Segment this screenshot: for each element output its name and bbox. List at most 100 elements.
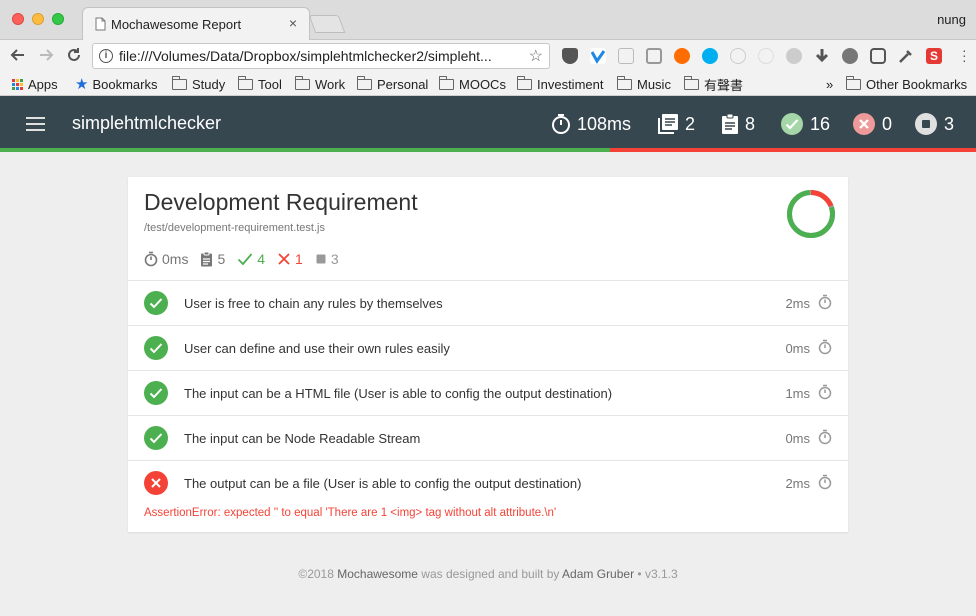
copy-extension-icon[interactable] <box>618 48 634 64</box>
network-extension-icon[interactable] <box>730 48 746 64</box>
skype-extension-icon[interactable] <box>702 48 718 64</box>
stat-tests[interactable]: 8 <box>721 110 755 138</box>
bookmark-folder-moocs[interactable]: MOOCs <box>438 75 506 93</box>
footer-built-by: was designed and built by <box>417 567 563 581</box>
bookmark-label: Music <box>637 76 671 92</box>
folder-icon <box>438 75 454 90</box>
bookmark-label: MOOCs <box>459 76 506 92</box>
bookmark-folder-investiment[interactable]: Investiment <box>516 75 603 93</box>
eyedropper-extension-icon[interactable] <box>898 48 914 64</box>
back-arrow-icon[interactable] <box>8 46 28 66</box>
tomato-extension-icon[interactable] <box>842 48 858 64</box>
browser-toolbar: i file:///Volumes/Data/Dropbox/simplehtm… <box>0 40 976 72</box>
timer-icon <box>818 474 832 495</box>
bookmark-label: Study <box>192 76 226 92</box>
chat-extension-icon[interactable] <box>870 48 886 64</box>
stat-suites[interactable]: 2 <box>657 110 695 138</box>
folder-icon <box>237 75 253 90</box>
test-row[interactable]: The input can be a HTML file (User is ab… <box>128 370 848 415</box>
pocket-extension-icon[interactable] <box>562 48 578 64</box>
bookmarks-bar: Apps ★ Bookmarks Study Tool Work Persona… <box>0 72 976 96</box>
footer-author-link[interactable]: Adam Gruber <box>562 567 634 581</box>
folder-icon <box>516 75 532 90</box>
suite-failures: 1 <box>277 251 303 267</box>
stat-failures[interactable]: 0 <box>852 110 892 138</box>
bookmark-folder-tool[interactable]: Tool <box>237 75 282 93</box>
bookmark-folder-other[interactable]: Other Bookmarks <box>845 75 967 93</box>
bookmark-folder-audiobooks[interactable]: 有聲書 <box>683 75 744 93</box>
folder-icon <box>845 75 861 90</box>
address-bar[interactable]: i file:///Volumes/Data/Dropbox/simplehtm… <box>92 43 550 69</box>
download-extension-icon[interactable] <box>814 48 830 64</box>
check-icon <box>144 336 168 360</box>
tab-title: Mochawesome Report <box>111 17 242 32</box>
check-icon <box>144 381 168 405</box>
report-title: simplehtmlchecker <box>72 113 222 133</box>
bookmark-folder-music[interactable]: Music <box>616 75 671 93</box>
timer-icon <box>818 429 832 450</box>
url-text[interactable]: file:///Volumes/Data/Dropbox/simplehtmlc… <box>119 48 492 64</box>
bookmark-folder-personal[interactable]: Personal <box>356 75 428 93</box>
timer-icon <box>551 113 571 135</box>
close-circle-icon <box>852 112 876 136</box>
suite-passes-value: 4 <box>257 251 266 267</box>
trello-extension-icon[interactable] <box>646 48 662 64</box>
suite-failures-value: 1 <box>295 251 303 267</box>
zoom-window-button[interactable] <box>52 13 64 25</box>
suite-donut-chart <box>787 190 835 238</box>
minimize-window-button[interactable] <box>32 13 44 25</box>
overall-progress-bar <box>0 148 976 152</box>
suite-duration-value: 0ms <box>162 251 189 267</box>
browser-tab[interactable]: Mochawesome Report × <box>82 7 310 41</box>
suite-pending-value: 3 <box>330 251 339 267</box>
stat-passes[interactable]: 16 <box>780 110 830 138</box>
bookmark-star-icon[interactable]: ☆ <box>529 46 543 66</box>
footer-version: • v3.1.3 <box>634 567 678 581</box>
info-icon[interactable]: i <box>99 49 113 63</box>
vimeo-extension-icon[interactable] <box>590 48 606 64</box>
tab-close-icon[interactable]: × <box>289 15 297 31</box>
suite-tests: 5 <box>200 251 225 267</box>
circle-extension-icon[interactable] <box>758 48 774 64</box>
report-navbar: simplehtmlchecker 108ms 2 8 16 0 3 <box>0 96 976 152</box>
timer-icon <box>818 384 832 405</box>
close-window-button[interactable] <box>12 13 24 25</box>
timer-icon <box>818 294 832 315</box>
folder-icon <box>356 75 372 90</box>
bookmark-bookmarks[interactable]: ★ Bookmarks <box>75 75 157 93</box>
reload-icon[interactable] <box>64 46 84 66</box>
test-duration: 2ms <box>785 296 810 311</box>
library-books-icon <box>657 113 679 135</box>
s-extension-icon[interactable]: S <box>926 48 942 64</box>
bookmark-apps[interactable]: Apps <box>12 75 58 93</box>
bookmark-label: 有聲書 <box>704 77 744 93</box>
hamburger-menu-icon[interactable] <box>26 117 45 131</box>
suite-passes: 4 <box>237 251 265 267</box>
bookmark-folder-study[interactable]: Study <box>171 75 226 93</box>
bookmark-label: Bookmarks <box>92 76 158 92</box>
new-tab-button[interactable] <box>308 15 346 33</box>
test-row[interactable]: The input can be Node Readable Stream 0m… <box>128 415 848 460</box>
apps-grid-icon <box>12 78 23 90</box>
bookmark-label: Tool <box>258 76 282 92</box>
test-duration: 2ms <box>785 476 810 491</box>
profile-name[interactable]: nung <box>937 12 966 27</box>
footer-project-link[interactable]: Mochawesome <box>337 567 418 581</box>
stat-suites-value: 2 <box>685 113 696 134</box>
test-row-failed[interactable]: The output can be a file (User is able t… <box>128 460 848 505</box>
suite-tests-value: 5 <box>217 251 226 267</box>
forward-arrow-icon[interactable] <box>36 46 56 66</box>
test-row[interactable]: User can define and use their own rules … <box>128 325 848 370</box>
menu-dots-icon[interactable]: · · · <box>962 43 967 67</box>
test-row[interactable]: User is free to chain any rules by thems… <box>128 280 848 325</box>
stat-pending[interactable]: 3 <box>914 110 954 138</box>
bookmark-folder-work[interactable]: Work <box>294 75 345 93</box>
stat-pending-value: 3 <box>944 113 955 134</box>
test-title: The input can be Node Readable Stream <box>184 431 421 446</box>
shield-extension-icon[interactable] <box>786 48 802 64</box>
folder-icon <box>171 75 187 90</box>
bookmarks-overflow-button[interactable]: » <box>826 75 833 93</box>
progress-pass-segment <box>0 148 610 152</box>
close-icon <box>144 471 168 495</box>
lifebuoy-extension-icon[interactable] <box>674 48 690 64</box>
